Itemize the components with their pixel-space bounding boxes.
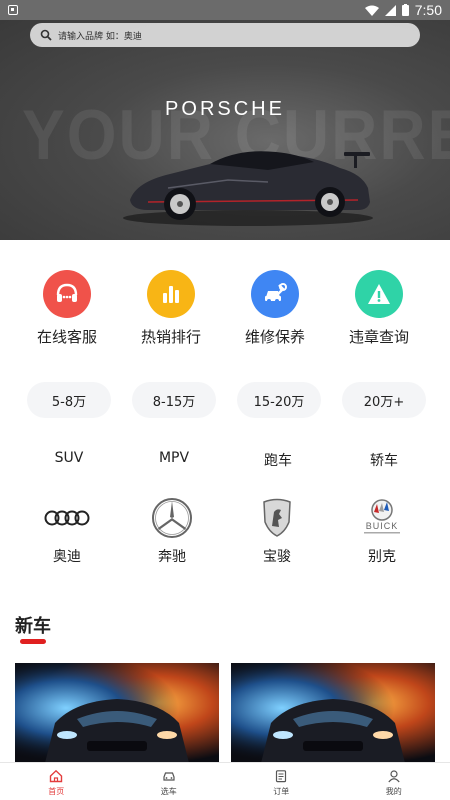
car-type-item[interactable]: SUV (17, 450, 121, 466)
status-time: 7:50 (414, 2, 442, 18)
new-car-card[interactable] (231, 663, 435, 763)
price-chip[interactable]: 20万+ (342, 382, 426, 418)
brand-label: 奥迪 (53, 549, 81, 565)
bottom-navigation: 首页 选车 订单 我的 (0, 762, 450, 800)
car-icon (163, 772, 175, 781)
car-type-item[interactable]: MPV (122, 450, 226, 466)
wrench-car-icon (251, 270, 299, 318)
nav-mine[interactable]: 我的 (338, 763, 450, 800)
signal-icon (384, 4, 396, 16)
feature-maintenance[interactable]: 维修保养 (223, 270, 327, 350)
warning-icon (355, 270, 403, 318)
baojun-logo-icon (261, 496, 293, 540)
feature-hot-ranking[interactable]: 热销排行 (119, 270, 223, 350)
banner-brand: PORSCHE (165, 98, 285, 120)
brand-buick[interactable]: BUICK 别克 (330, 496, 434, 566)
feature-label: 在线客服 (36, 328, 97, 346)
nav-label: 我的 (385, 787, 402, 796)
search-input[interactable]: 请输入品牌 如：奥迪 (30, 23, 420, 47)
sports-car-image (123, 151, 373, 226)
headset-icon (43, 270, 91, 318)
price-chip[interactable]: 15-20万 (237, 382, 321, 418)
bar-chart-icon (147, 270, 195, 318)
price-chip[interactable]: 8-15万 (132, 382, 216, 418)
brand-label: 奔驰 (158, 549, 186, 565)
brand-mercedes[interactable]: 奔驰 (120, 496, 224, 566)
brand-label: 宝骏 (263, 549, 291, 565)
section-title-new-cars: 新车 (15, 616, 51, 637)
user-icon (388, 770, 400, 783)
new-car-image (231, 663, 435, 763)
search-icon (40, 29, 52, 41)
wifi-icon (364, 5, 379, 16)
home-icon (50, 769, 63, 783)
feature-label: 热销排行 (140, 328, 201, 346)
feature-label: 维修保养 (244, 328, 305, 346)
battery-icon (401, 4, 409, 16)
buick-logo-icon: BUICK (358, 496, 406, 540)
banner-carousel[interactable]: YOUR CURRENT VEHICLE PORSCHE (0, 20, 450, 240)
nav-home[interactable]: 首页 (0, 763, 113, 800)
brand-baojun[interactable]: 宝骏 (225, 496, 329, 566)
car-type-item[interactable]: 轿车 (332, 450, 436, 470)
nav-label: 首页 (48, 787, 65, 796)
feature-violation-check[interactable]: 违章查询 (327, 270, 431, 350)
price-chip[interactable]: 5-8万 (27, 382, 111, 418)
feature-grid: 在线客服 热销排行 维修保养 违章查询 (0, 270, 450, 350)
new-car-image (15, 663, 219, 763)
brand-audi[interactable]: 奥迪 (15, 496, 119, 566)
buick-logo-text: BUICK (366, 521, 399, 531)
status-bar: 7:50 (0, 0, 450, 20)
mercedes-logo-icon (151, 496, 193, 540)
feature-online-service[interactable]: 在线客服 (15, 270, 119, 350)
nav-label: 订单 (273, 787, 290, 796)
price-filter: 5-8万 8-15万 15-20万 20万+ (0, 382, 450, 418)
nav-select-car[interactable]: 选车 (113, 763, 226, 800)
new-car-card[interactable] (15, 663, 219, 763)
search-placeholder: 请输入品牌 如：奥迪 (58, 31, 142, 42)
audi-logo-icon (43, 496, 91, 540)
order-icon (276, 770, 287, 783)
nav-label: 选车 (160, 787, 177, 796)
nav-orders[interactable]: 订单 (225, 763, 338, 800)
car-type-item[interactable]: 跑车 (226, 450, 330, 470)
brand-label: 别克 (368, 549, 396, 565)
section-title-underline (20, 639, 46, 644)
notification-icon (8, 5, 18, 15)
feature-label: 违章查询 (348, 328, 409, 346)
